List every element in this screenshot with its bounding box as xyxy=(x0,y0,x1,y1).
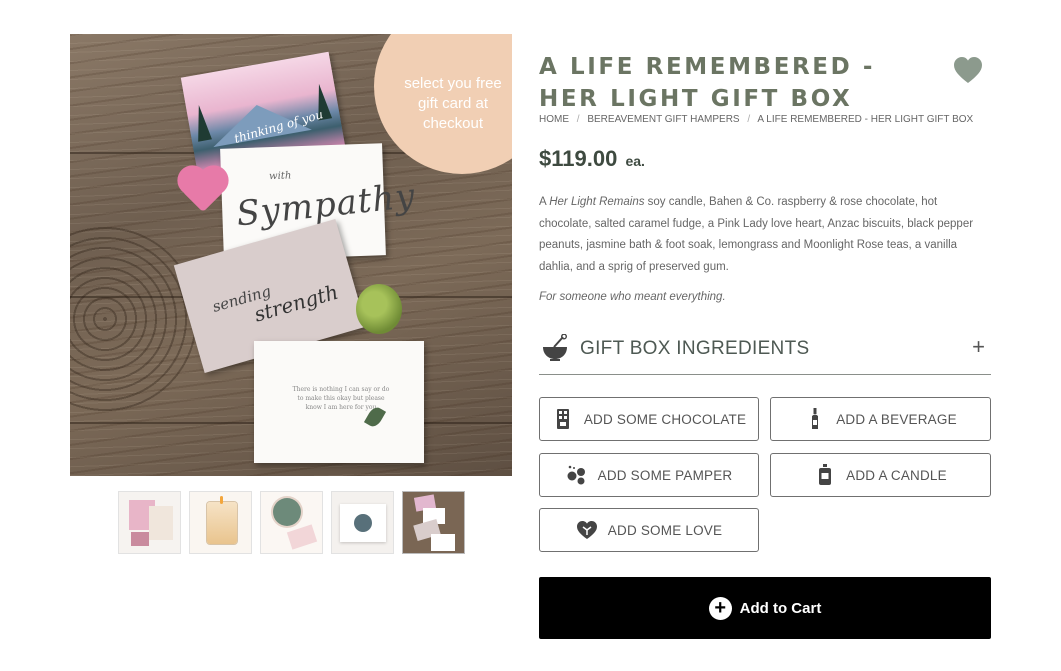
add-love-button[interactable]: ADD SOME LOVE xyxy=(539,508,759,552)
thumbnail-5[interactable] xyxy=(402,491,465,554)
thumbnail-2[interactable] xyxy=(189,491,252,554)
candle-icon xyxy=(814,464,836,486)
expand-plus-icon: + xyxy=(972,334,985,359)
heart-chocolate xyxy=(181,169,225,213)
add-pamper-button[interactable]: ADD SOME PAMPER xyxy=(539,453,759,497)
wishlist-button[interactable] xyxy=(953,56,983,84)
product-price: $119.00 ea. xyxy=(539,146,645,172)
product-tagline: For someone who meant everything. xyxy=(539,291,726,303)
mixing-bowl-icon xyxy=(543,334,567,361)
thumbnail-3[interactable] xyxy=(260,491,323,554)
pine-tree-shape xyxy=(191,103,212,142)
preserved-moss xyxy=(356,284,402,334)
product-description: A Her Light Remains soy candle, Bahen & … xyxy=(539,192,989,278)
wood-knot xyxy=(70,224,200,414)
breadcrumb-current: A LIFE REMEMBERED - HER LIGHT GIFT BOX xyxy=(757,114,974,125)
add-beverage-button[interactable]: ADD A BEVERAGE xyxy=(770,397,991,441)
add-pamper-label: ADD SOME PAMPER xyxy=(597,467,733,483)
breadcrumb-separator: / xyxy=(576,114,580,125)
price-unit: ea. xyxy=(625,153,645,169)
add-to-cart-button[interactable]: + Add to Cart xyxy=(539,577,991,639)
heart-icon xyxy=(576,519,598,541)
breadcrumb-home[interactable]: HOME xyxy=(539,114,569,125)
description-italic: Her Light Remains xyxy=(549,196,645,208)
card-text: with xyxy=(268,170,292,183)
bottle-icon xyxy=(804,408,826,430)
add-candle-button[interactable]: ADD A CANDLE xyxy=(770,453,991,497)
thumbnail-strip xyxy=(118,491,465,554)
price-value: $119.00 xyxy=(539,146,618,171)
add-beverage-label: ADD A BEVERAGE xyxy=(836,411,957,427)
gift-box-ingredients-toggle[interactable]: GIFT BOX INGREDIENTS + xyxy=(539,330,991,375)
heart-icon xyxy=(954,57,982,83)
chocolate-icon xyxy=(552,408,574,430)
thumbnail-1[interactable] xyxy=(118,491,181,554)
product-title: A LIFE REMEMBERED - HER LIGHT GIFT BOX xyxy=(539,54,876,112)
add-chocolate-button[interactable]: ADD SOME CHOCOLATE xyxy=(539,397,759,441)
promo-text: select you free gift card at checkout xyxy=(404,75,502,132)
ingredients-label: GIFT BOX INGREDIENTS xyxy=(580,338,810,359)
plus-circle-icon: + xyxy=(708,596,732,620)
breadcrumb: HOME / BEREAVEMENT GIFT HAMPERS / A LIFE… xyxy=(539,114,973,125)
bath-bombs-icon xyxy=(566,464,588,486)
product-main-image[interactable]: thinking of you with Sympathy sending st… xyxy=(70,34,512,476)
description-prefix: A xyxy=(539,196,550,208)
add-to-cart-label: Add to Cart xyxy=(739,599,822,617)
add-chocolate-label: ADD SOME CHOCOLATE xyxy=(583,411,747,427)
add-love-label: ADD SOME LOVE xyxy=(607,522,723,538)
message-card: There is nothing I can say or do to make… xyxy=(254,341,424,463)
thumbnail-4[interactable] xyxy=(331,491,394,554)
breadcrumb-category[interactable]: BEREAVEMENT GIFT HAMPERS xyxy=(587,114,739,125)
breadcrumb-separator: / xyxy=(747,114,751,125)
add-candle-label: ADD A CANDLE xyxy=(846,467,947,483)
